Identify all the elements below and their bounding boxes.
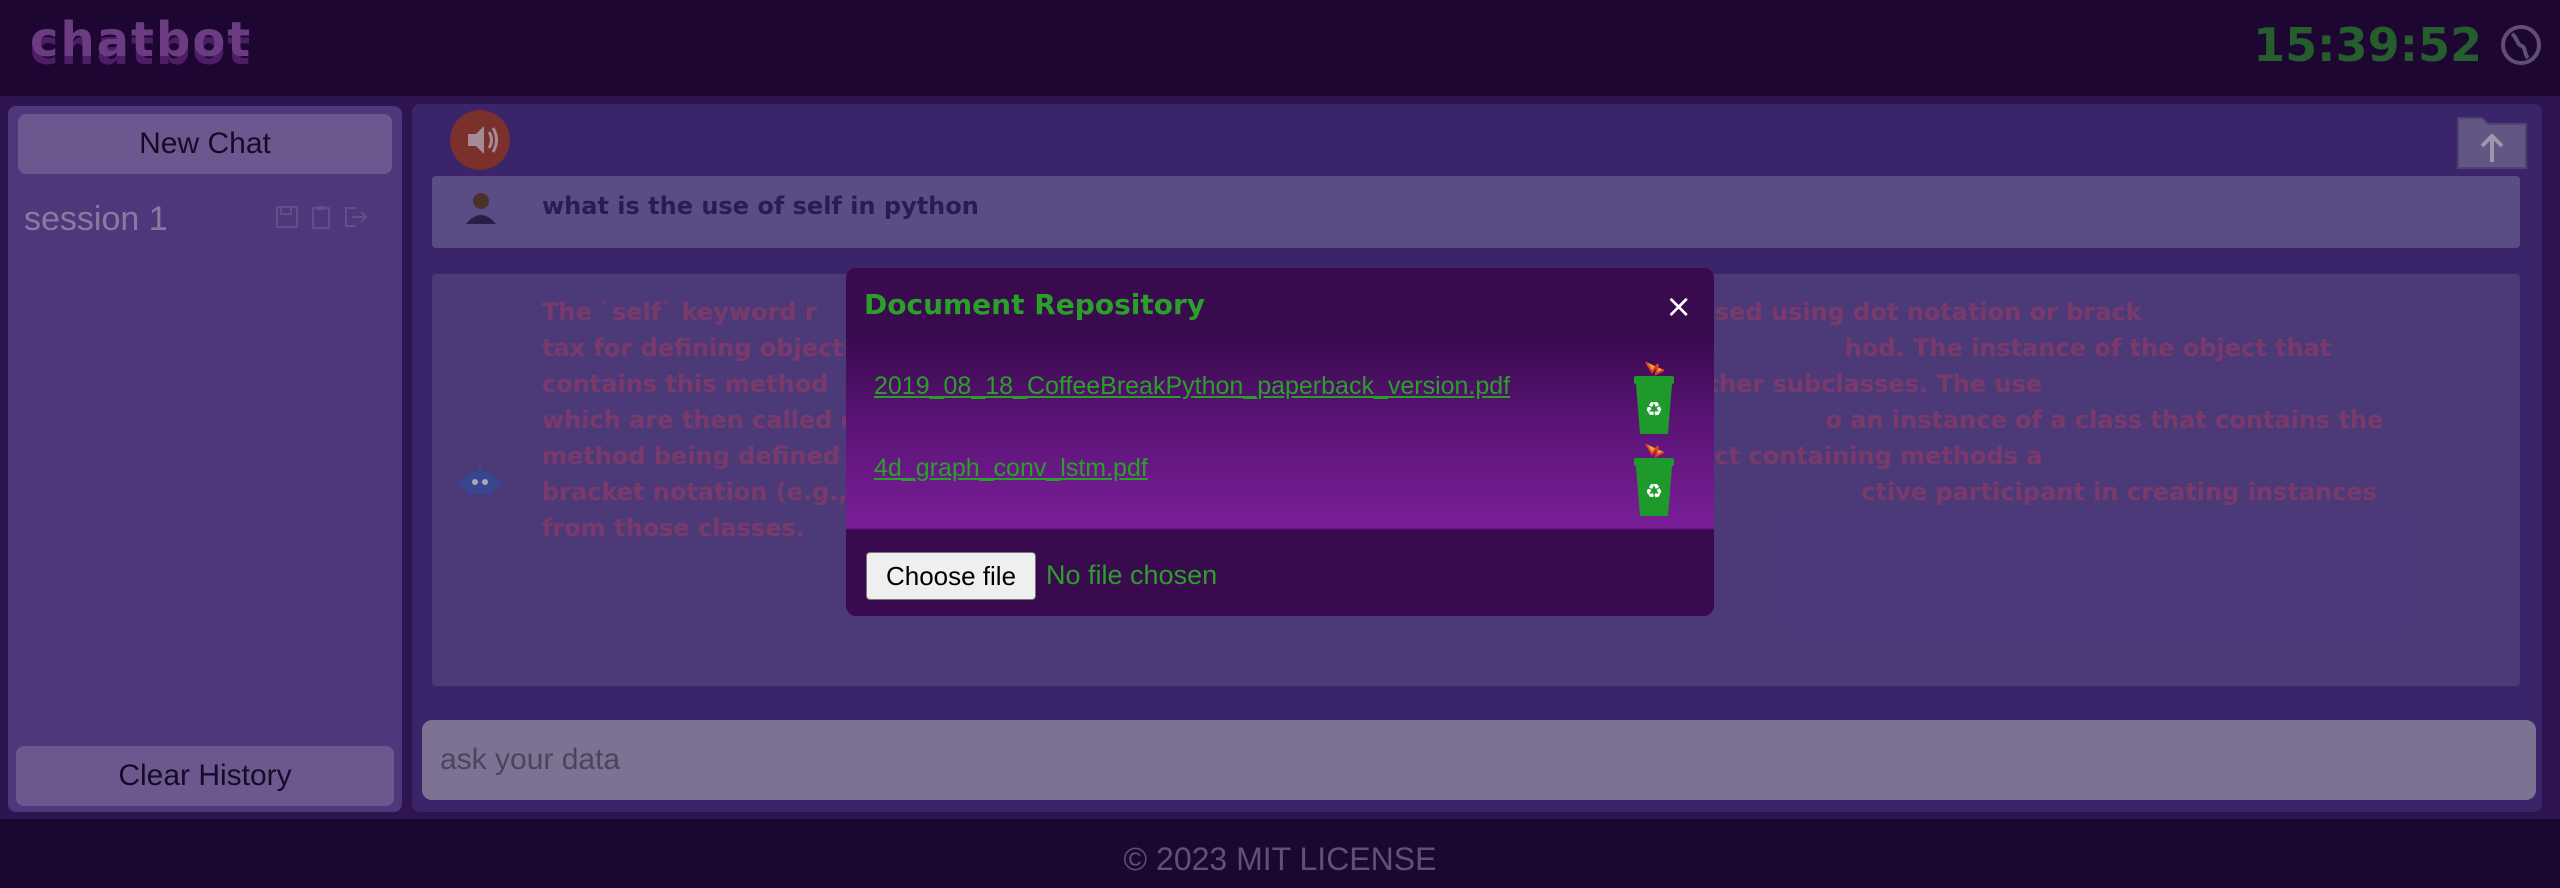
document-link[interactable]: 2019_08_18_CoffeeBreakPython_paperback_v…: [874, 372, 1510, 401]
close-icon[interactable]: ×: [1665, 290, 1692, 322]
file-status: No file chosen: [1046, 560, 1218, 590]
svg-text:♻: ♻: [1645, 479, 1663, 503]
recycle-bin-icon[interactable]: ♻: [1626, 440, 1682, 520]
recycle-bin-icon[interactable]: ♻: [1626, 358, 1682, 438]
modal-title: Document Repository: [864, 288, 1206, 321]
choose-file-button[interactable]: Choose file: [866, 552, 1036, 600]
document-link[interactable]: 4d_graph_conv_lstm.pdf: [874, 454, 1148, 483]
svg-text:♻: ♻: [1645, 397, 1663, 421]
document-repository-modal: Document Repository × 2019_08_18_CoffeeB…: [846, 268, 1714, 616]
